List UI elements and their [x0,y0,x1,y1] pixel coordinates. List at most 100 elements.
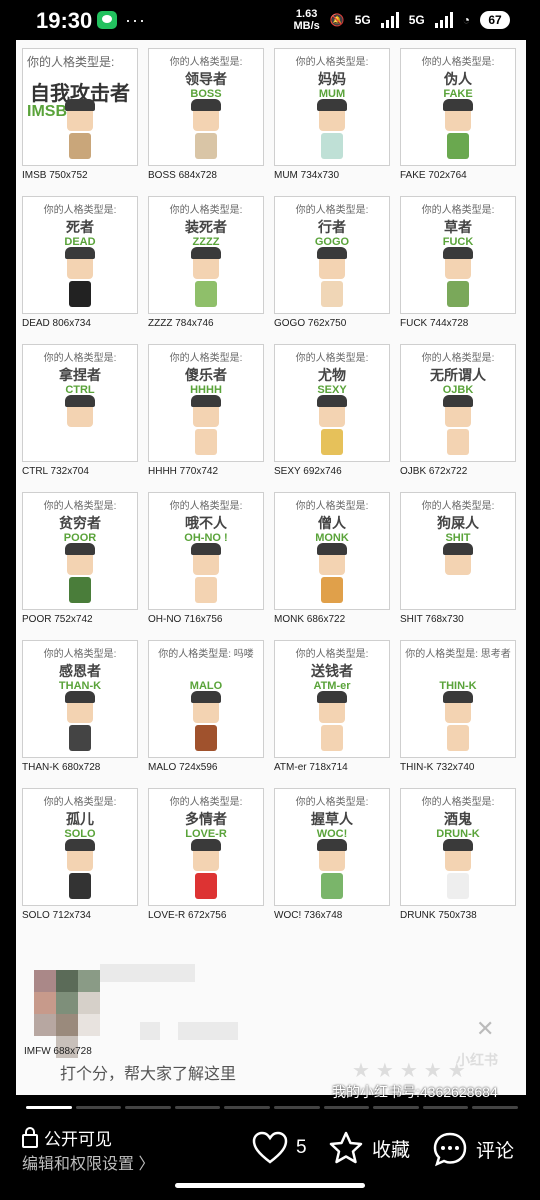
card-image: 你的人格类型是: 狗屎人 SHIT [400,492,516,610]
card-subtitle: 你的人格类型是: [43,205,117,216]
status-time: 19:30 [36,8,93,33]
card-image: 你的人格类型是: 行者 GOGO [274,196,390,314]
character-figure [191,395,221,455]
card-title-cn: 草者 [444,219,472,235]
character-figure [317,691,347,751]
character-figure [317,395,347,455]
visibility-label: 公开可见 [44,1130,112,1149]
rating-stars[interactable]: ★★★★★ [352,1058,472,1083]
pager-dot [273,1106,320,1109]
home-indicator[interactable] [175,1183,365,1188]
character-figure [65,247,95,307]
image-pager [26,1106,518,1109]
pager-dot [224,1106,270,1109]
card-title-cn: 无所谓人 [430,367,486,383]
image-viewer[interactable]: 你的人格类型是: 自我攻击者 IMSB IMSB 750x752 你的人格类型是: 领导者… [16,40,526,1095]
card-image: 你的人格类型是: 孤儿 SOLO [22,788,138,906]
card-subtitle: 你的人格类型是: [421,501,495,512]
card-subtitle: 你的人格类型是: [295,649,369,660]
card-image: 你的人格类型是: 无所谓人 OJBK [400,344,516,462]
blurred-name [100,964,195,982]
pager-dot [75,1106,122,1109]
star-icon [329,1131,363,1164]
lock-icon [22,1126,38,1148]
card-title-cn: 酒鬼 [444,811,472,827]
visibility-setting[interactable]: 公开可见 [22,1125,112,1150]
status-bar: 19:30 ··· 1.63 MB/s 🔕 5G 5G ◔ 67 [0,0,540,40]
card-subtitle: 你的人格类型是: [169,353,243,364]
wechat-icon [97,11,117,29]
character-figure [191,839,221,899]
battery-icon: 67 [480,11,510,29]
character-figure [317,839,347,899]
card-title-cn: 拿捏者 [59,367,101,383]
card-title-cn: 孤儿 [66,811,94,827]
card-subtitle: 你的人格类型是: [169,205,243,216]
character-figure [443,247,473,307]
card-image: 你的人格类型是: 送钱者 ATM-er [274,640,390,758]
card-image: 你的人格类型是: 酒鬼 DRUN-K [400,788,516,906]
card-title-cn: 感恩者 [59,663,101,679]
card-image: 你的人格类型是: 尤物 SEXY [274,344,390,462]
character-figure [191,247,221,307]
card-subtitle: 你的人格类型是: [421,205,495,216]
xiaohongshu-logo: 小红书 [456,1052,498,1068]
network-speed: 1.63 MB/s [293,8,320,32]
lower-caption: IMFW 688x728 [24,1046,92,1057]
character-figure [65,543,95,603]
card-caption: THIN-K 732x740 [400,762,475,773]
card-subtitle: 你的人格类型是: [295,205,369,216]
card-caption: SEXY 692x746 [274,466,342,477]
card-title-cn: 行者 [318,219,346,235]
network-label-2: 5G [408,13,425,27]
card-caption: GOGO 762x750 [274,318,347,329]
card-title-cn: 送钱者 [311,663,353,679]
card-subtitle: 你的人格类型是: [169,57,243,68]
edit-permissions-link[interactable]: 编辑和权限设置 〉 [22,1150,154,1174]
card-caption: MUM 734x730 [274,170,340,181]
rating-prompt: 打个分，帮大家了解这里 [60,1066,237,1083]
character-figure [191,99,221,159]
card-subtitle: 你的人格类型是: 吗喽 [158,649,254,660]
card-subtitle: 你的人格类型是: [43,501,117,512]
card-title-cn: 握草人 [311,811,353,827]
character-figure [443,691,473,751]
close-icon[interactable]: ✕ [476,1016,494,1042]
comment-button[interactable]: 评论 [432,1131,514,1167]
wifi-icon: ◔ [462,13,470,27]
card-title-cn: 妈妈 [318,71,346,87]
card-title-cn: 尤物 [318,367,346,383]
card-subtitle: 你的人格类型是: [43,649,117,660]
pager-dot [422,1106,469,1109]
card-image: 你的人格类型是: 傻乐者 HHHH [148,344,264,462]
card-subtitle: 你的人格类型是: [421,797,495,808]
card-caption: DEAD 806x734 [22,318,91,329]
card-title-cn: 傻乐者 [185,367,227,383]
card-subtitle: 你的人格类型是: [43,353,117,364]
card-image: 你的人格类型是: 僧人 MONK [274,492,390,610]
more-notifications-icon: ··· [125,10,146,30]
card-caption: MALO 724x596 [148,762,218,773]
card-caption: FUCK 744x728 [400,318,469,329]
card-image: 你的人格类型是: 自我攻击者 IMSB [22,48,138,166]
card-subtitle: 你的人格类型是: 思考者 [405,649,511,660]
card-subtitle: 你的人格类型是: [421,57,495,68]
card-caption: MONK 686x722 [274,614,346,625]
card-caption: DRUNK 750x738 [400,910,477,921]
card-image: 你的人格类型是: 妈妈 MUM [274,48,390,166]
like-button[interactable]: 5 [252,1131,307,1165]
character-figure [65,99,95,159]
card-image: 你的人格类型是: 握草人 WOC! [274,788,390,906]
pager-dot [472,1106,518,1109]
card-caption: ZZZZ 784x746 [148,318,214,329]
character-figure [65,839,95,899]
pager-dot [323,1106,370,1109]
pager-dot [373,1106,419,1109]
card-image: 你的人格类型是: 装死者 ZZZZ [148,196,264,314]
card-caption: CTRL 732x704 [22,466,89,477]
card-caption: SHIT 768x730 [400,614,464,625]
collect-button[interactable]: 收藏 [328,1131,410,1165]
card-title-cn: 僧人 [318,515,346,531]
character-figure [443,395,473,455]
card-caption: IMSB 750x752 [22,170,88,181]
